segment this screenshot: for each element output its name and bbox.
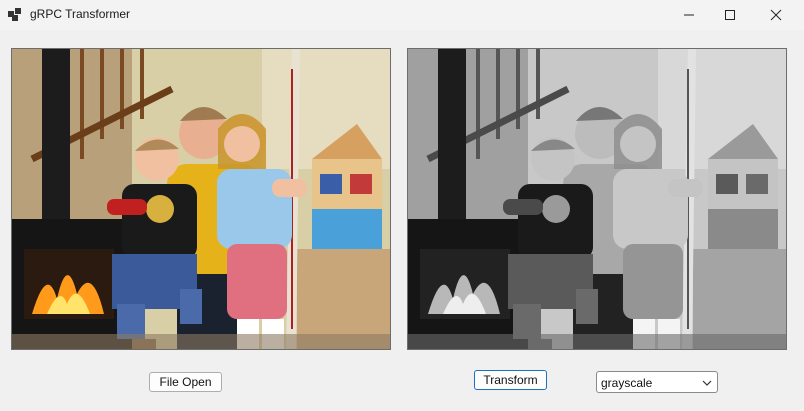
original-image <box>11 48 391 350</box>
maximize-button[interactable] <box>707 0 753 30</box>
minimize-icon <box>684 14 694 16</box>
transform-button[interactable]: Transform <box>474 370 547 390</box>
grayscale-photo <box>408 49 786 349</box>
chevron-down-icon <box>702 380 712 386</box>
maximize-icon <box>725 10 735 20</box>
close-icon <box>770 9 782 21</box>
window-title: gRPC Transformer <box>30 7 131 21</box>
app-icon <box>8 8 21 21</box>
close-button[interactable] <box>753 0 799 30</box>
transformed-image <box>407 48 787 350</box>
minimize-button[interactable] <box>666 0 712 30</box>
original-photo <box>12 49 390 349</box>
transform-select[interactable]: grayscale <box>596 371 718 393</box>
title-bar: gRPC Transformer <box>0 0 804 30</box>
file-open-button[interactable]: File Open <box>149 372 222 392</box>
transform-select-value: grayscale <box>601 376 653 390</box>
